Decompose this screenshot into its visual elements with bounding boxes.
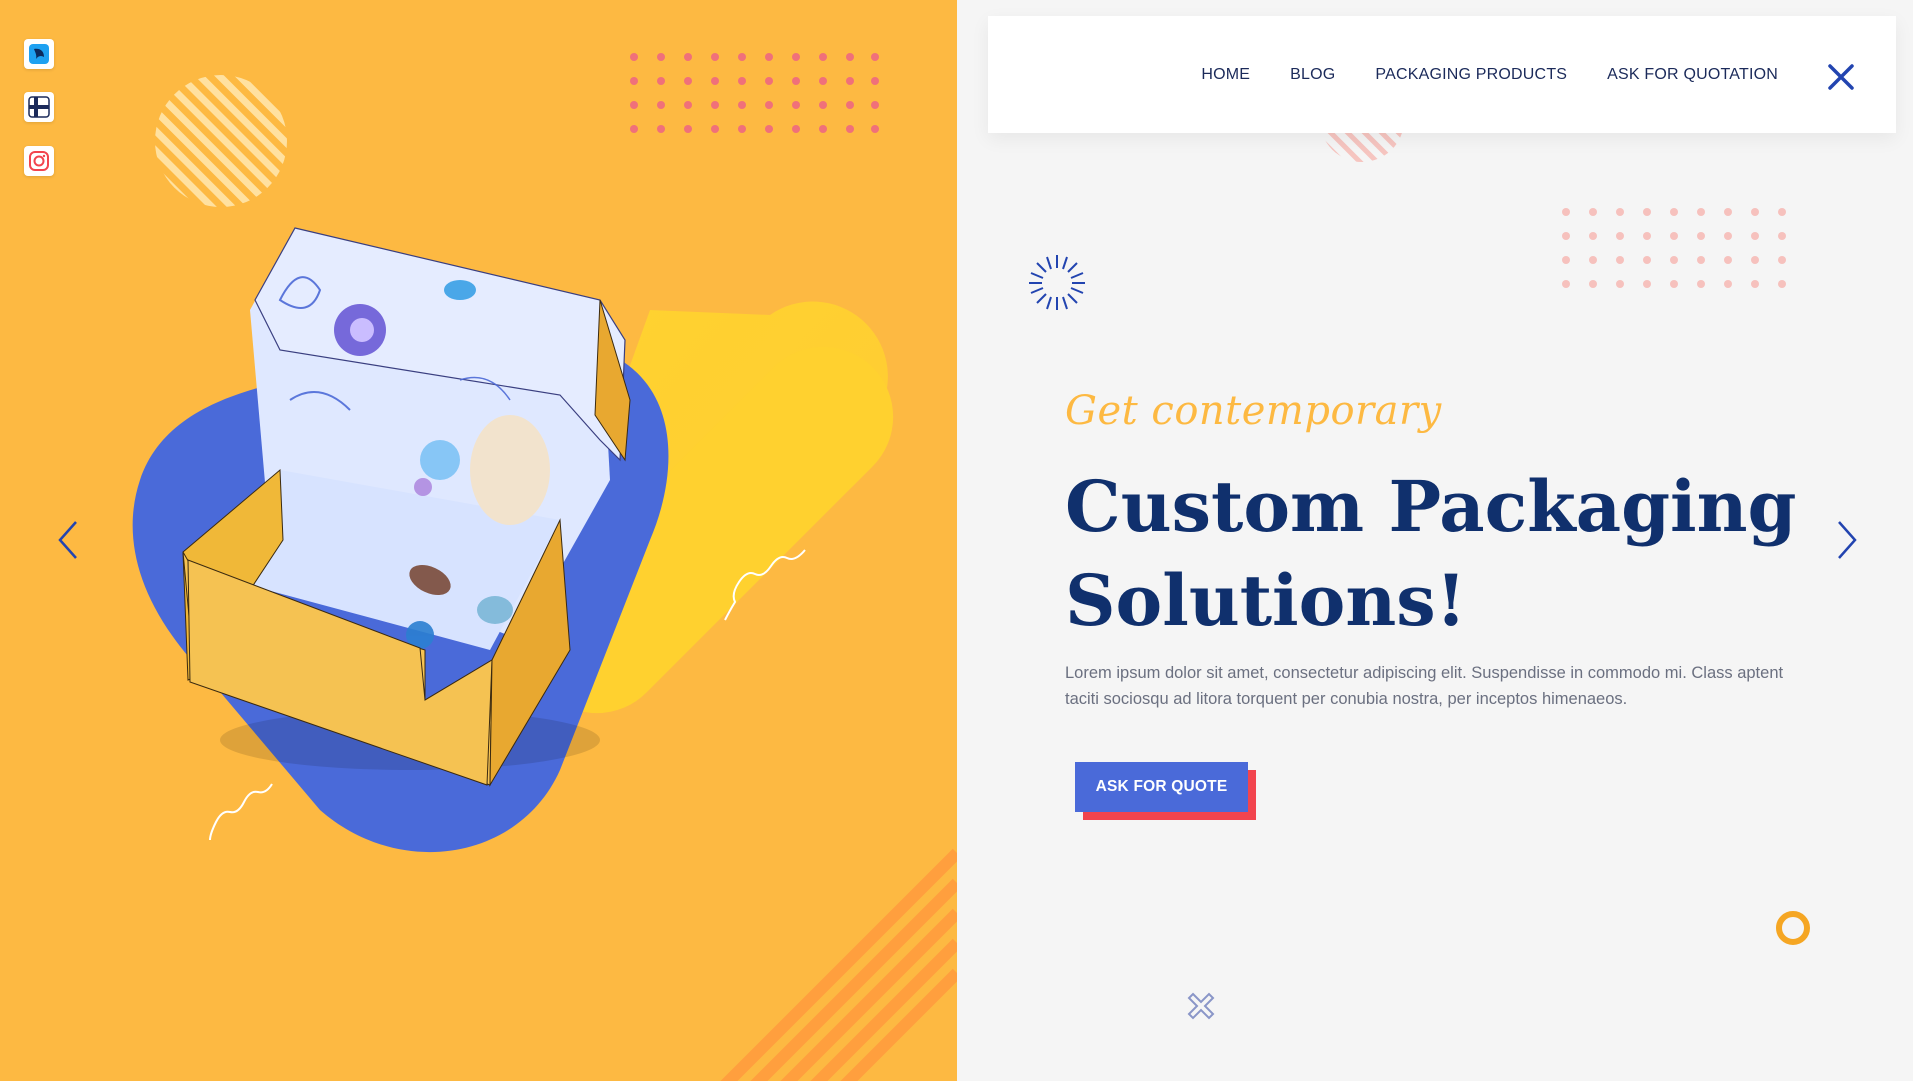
instagram-icon[interactable] xyxy=(24,146,54,176)
bird-app-icon[interactable] xyxy=(24,39,54,69)
hero-content-panel: HOME BLOG PACKAGING PRODUCTS ASK FOR QUO… xyxy=(957,0,1913,1081)
hero-eyebrow: Get contemporary xyxy=(1065,388,1442,434)
headline-line-1: Custom Packaging xyxy=(1065,465,1797,548)
close-icon[interactable] xyxy=(1826,62,1856,92)
hero-illustration xyxy=(132,53,957,1081)
top-navbar: HOME BLOG PACKAGING PRODUCTS ASK FOR QUO… xyxy=(988,16,1896,133)
hero-description: Lorem ipsum dolor sit amet, consectetur … xyxy=(1065,664,1784,708)
cta-wrapper: ASK FOR QUOTE xyxy=(1075,762,1256,820)
hero-headline: Custom Packaging Solutions! xyxy=(1065,460,1825,648)
headline-line-2: Solutions! xyxy=(1065,559,1467,642)
previous-slide-arrow-icon[interactable] xyxy=(56,520,80,565)
squiggle-decoration xyxy=(209,783,273,841)
corner-stripes-decoration xyxy=(720,848,957,1081)
sunburst-decoration xyxy=(1029,255,1085,310)
nav-menu: HOME BLOG PACKAGING PRODUCTS ASK FOR QUO… xyxy=(1201,66,1778,84)
flag-icon[interactable] xyxy=(24,92,54,122)
nav-link-blog[interactable]: BLOG xyxy=(1290,66,1335,84)
nav-link-ask-for-quotation[interactable]: ASK FOR QUOTATION xyxy=(1607,66,1778,84)
nav-link-packaging-products[interactable]: PACKAGING PRODUCTS xyxy=(1375,66,1567,84)
next-slide-arrow-icon[interactable] xyxy=(1835,520,1859,565)
dot-grid-decoration xyxy=(630,53,879,133)
ring-decoration xyxy=(1776,911,1810,945)
cross-decoration xyxy=(1187,992,1215,1020)
dot-grid-decoration xyxy=(1562,208,1786,288)
nav-link-home[interactable]: HOME xyxy=(1201,66,1250,84)
striped-circle-decoration xyxy=(155,75,287,207)
hero-image-panel xyxy=(0,0,957,1081)
ask-for-quote-button[interactable]: ASK FOR QUOTE xyxy=(1075,762,1248,812)
